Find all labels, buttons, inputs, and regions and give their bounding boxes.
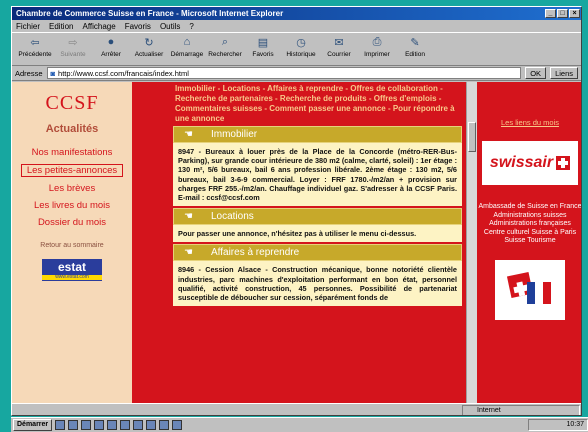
title-bar: Chambre de Commerce Suisse en France - M… bbox=[12, 7, 581, 20]
back-arrow-icon: ⇦ bbox=[30, 36, 40, 49]
taskbar: Démarrer 10:37 bbox=[11, 417, 588, 432]
print-icon: ⎙ bbox=[372, 35, 382, 48]
stop-button[interactable]: ● Arrêter bbox=[92, 35, 130, 65]
refresh-icon: ↻ bbox=[144, 36, 154, 49]
links-of-month[interactable]: Les liens du mois bbox=[477, 118, 581, 127]
quicklaunch-icon[interactable] bbox=[81, 420, 92, 430]
back-to-summary-link[interactable]: Retour au sommaire bbox=[12, 242, 132, 249]
history-button[interactable]: ◷ Historique bbox=[282, 35, 320, 65]
swissair-banner[interactable]: swissair bbox=[482, 141, 578, 185]
right-sidebar: Les liens du mois swissair Ambassade de … bbox=[477, 82, 581, 403]
address-label: Adresse bbox=[15, 68, 43, 78]
left-sidebar: CCSF Actualités Nos manifestations Les p… bbox=[12, 82, 132, 403]
toolbar: ⇦ Précédente ⇨ Suivante ● Arrêter ↻ Actualis… bbox=[12, 32, 581, 66]
quicklaunch-icon[interactable] bbox=[55, 420, 66, 430]
category-links[interactable]: Immobilier - Locations - Affaires à repr… bbox=[169, 82, 466, 126]
links-button[interactable]: Liens bbox=[550, 67, 578, 79]
home-icon: ⌂ bbox=[183, 36, 191, 48]
section-affaires: ☚ Affaires à reprendre 8946 - Cession Als… bbox=[169, 244, 466, 307]
menu-outils[interactable]: Outils bbox=[160, 22, 180, 31]
status-bar: Internet bbox=[12, 403, 581, 415]
ccsf-logo[interactable]: CCSF bbox=[12, 92, 132, 115]
page-content: CCSF Actualités Nos manifestations Les p… bbox=[12, 82, 581, 403]
menu-help[interactable]: ? bbox=[189, 22, 193, 31]
section-immobilier: ☚ Immobilier 8947 - Bureaux à louer près … bbox=[169, 126, 466, 207]
stop-icon: ● bbox=[107, 36, 115, 48]
nav-manifestations[interactable]: Nos manifestations bbox=[32, 147, 113, 158]
address-url: http://www.ccsf.com/francais/index.html bbox=[58, 68, 189, 78]
link-centre-culturel[interactable]: Centre culturel Suisse à Paris bbox=[477, 229, 581, 238]
task-icon[interactable] bbox=[146, 420, 157, 430]
section-body: 8946 - Cession Alsace - Construction méc… bbox=[173, 261, 462, 307]
menu-affichage[interactable]: Affichage bbox=[82, 22, 115, 31]
nav-livres[interactable]: Les livres du mois bbox=[34, 200, 110, 211]
hand-icon: ☚ bbox=[184, 211, 193, 223]
close-button[interactable]: × bbox=[569, 9, 580, 18]
task-icon[interactable] bbox=[107, 420, 118, 430]
quicklaunch-icon[interactable] bbox=[68, 420, 79, 430]
task-icon[interactable] bbox=[133, 420, 144, 430]
mail-icon: ✉ bbox=[334, 36, 344, 49]
menu-fichier[interactable]: Fichier bbox=[16, 22, 40, 31]
history-icon: ◷ bbox=[296, 36, 306, 49]
browser-window: Chambre de Commerce Suisse en France - M… bbox=[11, 6, 582, 416]
favorites-icon: ▤ bbox=[257, 36, 269, 49]
task-icon[interactable] bbox=[159, 420, 170, 430]
forward-button[interactable]: ⇨ Suivante bbox=[54, 35, 92, 65]
window-title: Chambre de Commerce Suisse en France - M… bbox=[16, 9, 284, 18]
scroll-thumb[interactable] bbox=[468, 122, 476, 152]
menu-edition[interactable]: Edition bbox=[49, 22, 73, 31]
section-heading: Actualités bbox=[45, 123, 99, 135]
link-ambassade[interactable]: Ambassade de Suisse en France bbox=[477, 203, 581, 212]
menu-bar: Fichier Edition Affichage Favoris Outils… bbox=[12, 20, 581, 32]
main-content: Immobilier - Locations - Affaires à repr… bbox=[169, 82, 466, 403]
nav-petites-annonces[interactable]: Les petites-annonces bbox=[21, 164, 123, 177]
minimize-button[interactable]: _ bbox=[545, 9, 556, 18]
system-tray-clock: 10:37 bbox=[528, 419, 588, 431]
page-icon: ◙ bbox=[50, 68, 56, 78]
quicklaunch-icon[interactable] bbox=[94, 420, 105, 430]
section-header: ☚ Locations bbox=[173, 208, 462, 226]
edit-icon: ✎ bbox=[410, 36, 420, 49]
refresh-button[interactable]: ↻ Actualiser bbox=[130, 35, 168, 65]
hand-icon: ☚ bbox=[184, 129, 193, 140]
edit-button[interactable]: ✎ Edition bbox=[396, 35, 434, 65]
home-button[interactable]: ⌂ Démarrage bbox=[168, 35, 206, 65]
partner-links: Ambassade de Suisse en France Administra… bbox=[477, 203, 581, 246]
search-button[interactable]: ⌕ Rechercher bbox=[206, 35, 244, 65]
task-icon[interactable] bbox=[172, 420, 183, 430]
section-body: Pour passer une annonce, n'hésitez pas à… bbox=[173, 225, 462, 243]
section-header: ☚ Affaires à reprendre bbox=[173, 244, 462, 262]
flags-icon bbox=[506, 271, 551, 304]
go-button[interactable]: OK bbox=[525, 67, 547, 79]
red-band bbox=[132, 82, 169, 403]
hand-icon: ☚ bbox=[184, 247, 193, 259]
section-body: 8947 - Bureaux à louer près de la Place … bbox=[173, 143, 462, 207]
vertical-scrollbar[interactable] bbox=[466, 82, 477, 403]
search-icon: ⌕ bbox=[221, 35, 229, 48]
start-button[interactable]: Démarrer bbox=[13, 419, 53, 431]
estat-logo[interactable]: estat www.estat.com bbox=[42, 259, 102, 281]
swiss-cross-icon bbox=[556, 156, 571, 170]
flags-image[interactable] bbox=[495, 259, 565, 320]
section-locations: ☚ Locations Pour passer une annonce, n'hé… bbox=[169, 208, 466, 243]
address-input[interactable]: ◙ http://www.ccsf.com/francais/index.htm… bbox=[46, 67, 522, 79]
link-admin-francaises[interactable]: Administrations françaises bbox=[477, 220, 581, 229]
link-suisse-tourisme[interactable]: Suisse Tourisme bbox=[477, 237, 581, 246]
favorites-button[interactable]: ▤ Favoris bbox=[244, 35, 282, 65]
menu-favoris[interactable]: Favoris bbox=[125, 22, 151, 31]
task-icon[interactable] bbox=[120, 420, 131, 430]
link-admin-suisses[interactable]: Administrations suisses bbox=[477, 212, 581, 221]
nav-dossier[interactable]: Dossier du mois bbox=[38, 217, 106, 228]
mail-button[interactable]: ✉ Courrier bbox=[320, 35, 358, 65]
maximize-button[interactable]: □ bbox=[557, 9, 568, 18]
section-header: ☚ Immobilier bbox=[173, 126, 462, 143]
forward-arrow-icon: ⇨ bbox=[68, 36, 78, 49]
address-bar: Adresse ◙ http://www.ccsf.com/francais/i… bbox=[12, 66, 581, 81]
back-button[interactable]: ⇦ Précédente bbox=[16, 35, 54, 65]
nav-breves[interactable]: Les brèves bbox=[49, 183, 95, 194]
print-button[interactable]: ⎙ Imprimer bbox=[358, 35, 396, 65]
security-zone: Internet bbox=[462, 405, 580, 415]
